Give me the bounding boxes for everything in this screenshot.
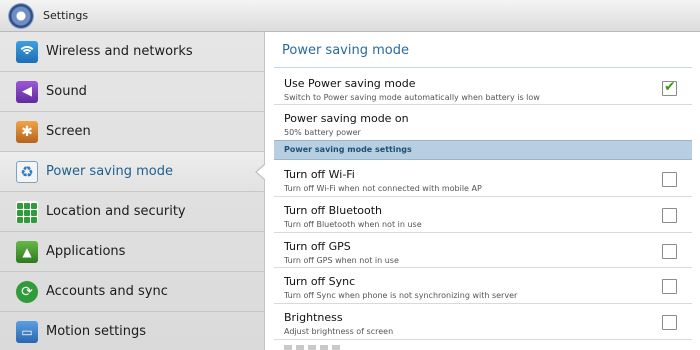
brightness-row[interactable]: Brightness Adjust brightness of screen (274, 304, 692, 340)
battery-recycle-icon: ♻ (16, 160, 38, 183)
turn-off-gps-row[interactable]: Turn off GPS Turn off GPS when not in us… (274, 233, 692, 268)
selection-pointer (257, 165, 265, 179)
next-row-peek (284, 345, 344, 350)
turn-off-bluetooth-row[interactable]: Turn off Bluetooth Turn off Bluetooth wh… (274, 197, 692, 233)
sidebar-item-power-saving[interactable]: ♻ Power saving mode (0, 152, 265, 192)
use-power-saving-row[interactable]: Use Power saving mode Switch to Power sa… (274, 70, 692, 105)
sidebar-item-label: Motion settings (46, 324, 147, 339)
sidebar-item-sound[interactable]: ◀ Sound (0, 72, 264, 112)
speaker-icon: ◀ (16, 80, 38, 103)
turn-off-gps-checkbox[interactable] (662, 244, 677, 259)
turn-off-wifi-checkbox[interactable] (662, 172, 677, 187)
section-header: Power saving mode settings (274, 140, 692, 160)
sidebar-item-label: Power saving mode (46, 164, 173, 179)
setting-subtitle: Turn off Bluetooth when not in use (284, 220, 422, 229)
turn-off-wifi-row[interactable]: Turn off Wi-Fi Turn off Wi-Fi when not c… (274, 161, 692, 197)
setting-title: Turn off Bluetooth (284, 204, 383, 217)
wifi-icon (16, 40, 38, 63)
setting-subtitle: Adjust brightness of screen (284, 327, 394, 336)
setting-title: Power saving mode on (284, 112, 409, 125)
sidebar-item-label: Applications (46, 244, 126, 259)
setting-title: Turn off GPS (284, 240, 351, 253)
section-header-label: Power saving mode settings (284, 145, 412, 154)
sidebar-item-label: Accounts and sync (46, 284, 168, 299)
setting-title: Brightness (284, 311, 343, 324)
setting-subtitle: Turn off Wi-Fi when not connected with m… (284, 184, 482, 193)
applications-icon: ▲ (16, 240, 38, 263)
page-title: Power saving mode (282, 43, 409, 58)
sidebar-item-label: Screen (46, 124, 91, 139)
sidebar-item-applications[interactable]: ▲ Applications (0, 232, 264, 272)
sync-icon: ⟳ (16, 280, 38, 303)
brightness-checkbox[interactable] (662, 315, 677, 330)
sidebar-item-motion[interactable]: ▭ Motion settings (0, 312, 264, 350)
power-saving-on-row[interactable]: Power saving mode on 50% battery power (274, 105, 692, 140)
setting-title: Turn off Sync (284, 275, 356, 288)
turn-off-sync-row[interactable]: Turn off Sync Turn off Sync when phone i… (274, 268, 692, 304)
setting-title: Use Power saving mode (284, 77, 416, 90)
settings-sidebar: Wireless and networks ◀ Sound ✱ Screen ♻… (0, 32, 265, 350)
settings-gear-icon (9, 3, 33, 28)
setting-title: Turn off Wi-Fi (284, 168, 355, 181)
sidebar-item-label: Location and security (46, 204, 186, 219)
app-title: Settings (43, 9, 89, 22)
title-bar: Settings (0, 0, 700, 32)
settings-screen: Settings Wireless and networks ◀ Sound ✱… (0, 0, 700, 350)
title-divider (274, 67, 692, 68)
sidebar-item-label: Wireless and networks (46, 44, 193, 59)
use-power-saving-checkbox[interactable] (662, 79, 677, 96)
setting-subtitle: 50% battery power (284, 128, 361, 137)
setting-subtitle: Turn off GPS when not in use (284, 256, 399, 265)
sidebar-item-label: Sound (46, 84, 87, 99)
turn-off-sync-checkbox[interactable] (662, 279, 677, 294)
setting-subtitle: Switch to Power saving mode automaticall… (284, 93, 540, 102)
sidebar-item-accounts[interactable]: ⟳ Accounts and sync (0, 272, 264, 312)
sidebar-item-screen[interactable]: ✱ Screen (0, 112, 264, 152)
sidebar-item-wireless[interactable]: Wireless and networks (0, 32, 264, 72)
display-icon: ✱ (16, 120, 38, 143)
sidebar-item-location[interactable]: Location and security (0, 192, 264, 232)
motion-icon: ▭ (16, 320, 38, 343)
detail-panel: Power saving mode Use Power saving mode … (266, 32, 700, 350)
setting-subtitle: Turn off Sync when phone is not synchron… (284, 291, 518, 300)
location-grid-icon (16, 200, 38, 223)
turn-off-bluetooth-checkbox[interactable] (662, 208, 677, 223)
